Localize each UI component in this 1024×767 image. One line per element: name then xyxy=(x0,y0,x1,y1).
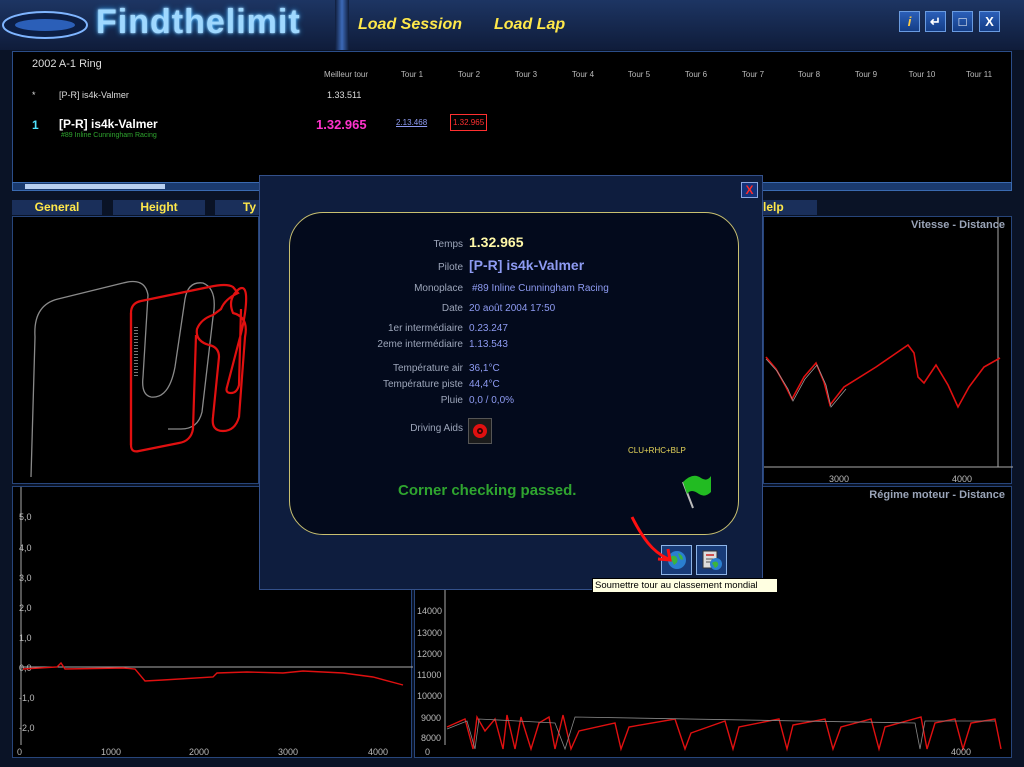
col-lap: Tour 6 xyxy=(684,70,708,79)
load-lap-button[interactable]: Load Lap xyxy=(494,16,565,34)
best-row-time: 1.33.511 xyxy=(327,90,362,100)
label-rain: Pluie xyxy=(440,395,463,406)
height-y-tick: -1,0 xyxy=(19,693,35,703)
height-y-tick: 1,0 xyxy=(19,633,32,643)
dialog-close-button[interactable]: X xyxy=(741,182,758,198)
tooltip: Soumettre tour au classement mondial xyxy=(592,578,778,593)
speed-x-tick: 3000 xyxy=(829,474,849,484)
col-lap: Tour 11 xyxy=(965,70,993,79)
tab-general[interactable]: General xyxy=(12,200,102,215)
value-split2: 1.13.543 xyxy=(469,339,508,350)
rpm-y-tick: 9000 xyxy=(421,713,441,723)
height-x-tick: 4000 xyxy=(368,747,388,757)
rpm-y-tick: 11000 xyxy=(417,670,441,680)
col-lap: Tour 3 xyxy=(514,70,538,79)
col-lap: Tour 5 xyxy=(627,70,651,79)
lap-info-card: Temps 1.32.965 Pilote [P-R] is4k-Valmer … xyxy=(289,212,739,535)
value-track-temp: 44,4°C xyxy=(469,379,500,390)
col-best: Meilleur tour xyxy=(323,70,368,79)
row-position: 1 xyxy=(32,118,39,132)
label-car: Monoplace xyxy=(414,283,463,294)
row-best-time: 1.32.965 xyxy=(316,117,367,132)
label-track-temp: Température piste xyxy=(382,379,463,390)
return-icon[interactable]: ↵ xyxy=(925,11,946,32)
height-y-tick: 3,0 xyxy=(19,573,32,583)
rpm-x-tick: 0 xyxy=(425,747,430,757)
col-lap: Tour 2 xyxy=(457,70,481,79)
height-x-tick: 2000 xyxy=(189,747,209,757)
track-name: 2002 A-1 Ring xyxy=(32,58,102,70)
close-icon[interactable]: X xyxy=(979,11,1000,32)
title-bar: Findthelimit Load Session Load Lap i ↵ □… xyxy=(0,0,1024,50)
ranking-list-icon xyxy=(702,550,722,570)
track-map xyxy=(30,280,248,478)
rpm-y-tick: 10000 xyxy=(417,691,442,701)
info-icon[interactable]: i xyxy=(899,11,920,32)
window-icon[interactable]: □ xyxy=(952,11,973,32)
col-lap: Tour 10 xyxy=(908,70,936,79)
value-time: 1.32.965 xyxy=(469,234,524,250)
rpm-panel-title: Régime moteur - Distance xyxy=(869,489,1005,501)
height-x-tick: 0 xyxy=(17,747,22,757)
height-y-tick: 5,0 xyxy=(19,512,32,522)
value-date: 20 août 2004 17:50 xyxy=(469,303,556,314)
lap-time-selected[interactable]: 1.32.965 xyxy=(450,114,488,131)
value-air-temp: 36,1°C xyxy=(469,363,500,374)
col-lap: Tour 7 xyxy=(741,70,765,79)
height-x-tick: 3000 xyxy=(278,747,298,757)
value-split1: 0.23.247 xyxy=(469,323,508,334)
track-map-panel xyxy=(12,216,259,484)
label-date: Date xyxy=(441,303,463,314)
rpm-y-tick: 13000 xyxy=(417,628,442,638)
value-car: #89 Inline Cunningham Racing xyxy=(472,283,609,294)
rpm-y-tick: 12000 xyxy=(417,649,442,659)
divider xyxy=(335,0,349,50)
value-driver: [P-R] is4k-Valmer xyxy=(469,257,585,273)
scrollbar-thumb[interactable] xyxy=(25,184,165,189)
speed-panel-title: Vitesse - Distance xyxy=(911,219,1005,231)
rpm-y-tick: 14000 xyxy=(417,606,442,616)
driving-aids-codes: CLU+RHC+BLP xyxy=(628,446,686,455)
driving-aids-button[interactable] xyxy=(468,418,492,444)
col-lap: Tour 9 xyxy=(854,70,878,79)
corner-check-status: Corner checking passed. xyxy=(398,482,577,499)
label-split1: 1er intermédiaire xyxy=(387,323,463,334)
steering-wheel-icon xyxy=(473,424,487,438)
session-table: 2002 A-1 Ring Meilleur tour Tour 1 Tour … xyxy=(12,51,1012,189)
row-team: #89 Inline Cunningham Racing xyxy=(61,132,157,139)
best-row-driver[interactable]: [P-R] is4k-Valmer xyxy=(59,90,129,100)
label-time: Temps xyxy=(433,239,463,250)
tab-type[interactable]: Ty xyxy=(215,200,259,215)
speed-panel: Vitesse - Distance 3000 4000 xyxy=(763,216,1013,484)
height-x-tick: 1000 xyxy=(101,747,121,757)
speed-chart: 3000 4000 xyxy=(764,217,1013,484)
height-y-tick: 2,0 xyxy=(19,603,32,613)
logo-mark xyxy=(2,11,88,39)
app-logo: Findthelimit xyxy=(96,3,301,41)
rpm-y-tick: 8000 xyxy=(421,733,441,743)
label-driver: Pilote xyxy=(437,262,463,273)
green-flag-icon xyxy=(682,475,711,509)
label-air-temp: Température air xyxy=(392,363,463,374)
col-lap: Tour 1 xyxy=(400,70,424,79)
lap-time-link[interactable]: 2.13.468 xyxy=(396,118,427,127)
red-arrow-annotation xyxy=(630,516,672,562)
tab-help[interactable]: lelp xyxy=(763,200,817,215)
rpm-x-tick: 4000 xyxy=(951,747,971,757)
height-y-tick: 4,0 xyxy=(19,543,32,553)
row-marker: * xyxy=(32,90,36,100)
world-ranking-list-button[interactable] xyxy=(696,545,727,575)
value-rain: 0,0 / 0,0% xyxy=(469,395,515,406)
load-session-button[interactable]: Load Session xyxy=(358,16,462,34)
row-driver[interactable]: [P-R] is4k-Valmer xyxy=(59,117,158,131)
label-driving-aids: Driving Aids xyxy=(410,423,463,434)
col-lap: Tour 4 xyxy=(571,70,595,79)
height-y-tick: -2,0 xyxy=(19,723,35,733)
tab-height[interactable]: Height xyxy=(113,200,205,215)
col-lap: Tour 8 xyxy=(797,70,821,79)
label-split2: 2eme intermédiaire xyxy=(377,339,463,350)
speed-x-tick: 4000 xyxy=(952,474,972,484)
app-window: Findthelimit Load Session Load Lap i ↵ □… xyxy=(0,0,1024,767)
